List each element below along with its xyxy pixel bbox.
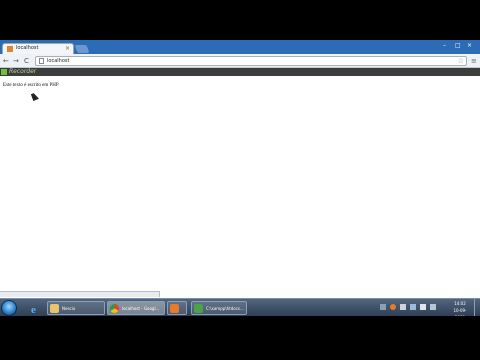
chrome-icon: [110, 304, 119, 313]
tab-strip: localhost × – □ ×: [0, 40, 480, 54]
address-url[interactable]: localhost: [47, 58, 69, 65]
minimize-button[interactable]: –: [443, 42, 446, 49]
taskbar-item-editor[interactable]: C:\xampp\htdocs...: [191, 301, 247, 315]
taskbar-item-label: C:\xampp\htdocs...: [206, 306, 244, 311]
status-bubble: [0, 291, 160, 297]
tray-up-arrow-icon[interactable]: [380, 304, 386, 310]
mouse-cursor-icon: [30, 92, 40, 101]
tab-title: localhost: [16, 45, 39, 51]
page-icon: [39, 58, 44, 64]
back-button[interactable]: ←: [3, 57, 9, 65]
page-favicon-icon: [7, 46, 13, 52]
bookmark-star-icon[interactable]: ☆: [458, 57, 464, 65]
desktop-screen: localhost × – □ × ← → C localhost ☆ ≡ Re…: [0, 40, 480, 316]
start-button[interactable]: [1, 300, 17, 316]
clock-time: 14:02: [454, 301, 466, 306]
system-clock[interactable]: 14:02 10-09-2013: [449, 300, 471, 316]
taskbar-item-folder[interactable]: Nescio: [47, 301, 105, 315]
folder-icon: [50, 304, 59, 313]
internet-explorer-icon[interactable]: e: [27, 301, 43, 316]
page-text: Este texto é escrito em PHP: [3, 83, 59, 88]
menu-icon[interactable]: ≡: [471, 57, 477, 65]
maximize-button[interactable]: □: [455, 42, 461, 49]
browser-toolbar: ← → C localhost ☆ ≡: [0, 54, 480, 68]
forward-button[interactable]: →: [13, 57, 19, 65]
tray-app-icon[interactable]: [390, 304, 396, 310]
clock-date: 10-09-2013: [453, 308, 467, 316]
svg-text:e: e: [31, 304, 36, 316]
tray-volume-icon[interactable]: [430, 304, 436, 310]
page-content: Este texto é escrito em PHP: [0, 76, 480, 296]
taskbar-item-media[interactable]: [167, 301, 187, 315]
tab-close-icon[interactable]: ×: [65, 45, 70, 52]
extension-bar: Recorder: [0, 68, 480, 76]
taskbar: e Nescio localhost - Googl... C:\xampp\h…: [0, 298, 480, 316]
show-desktop-button[interactable]: [474, 299, 480, 316]
tab-localhost[interactable]: localhost ×: [2, 43, 74, 54]
recorder-label: Recorder: [9, 68, 37, 75]
new-tab-button[interactable]: [74, 45, 90, 53]
tray-battery-icon[interactable]: [410, 304, 416, 310]
taskbar-item-label: Nescio: [62, 306, 76, 311]
media-player-icon: [170, 304, 179, 313]
editor-icon: [194, 304, 203, 313]
taskbar-item-chrome[interactable]: localhost - Googl...: [107, 301, 165, 315]
tray-flag-icon[interactable]: [420, 304, 426, 310]
tray-network-icon[interactable]: [400, 304, 406, 310]
taskbar-item-label: localhost - Googl...: [122, 306, 160, 311]
recorder-logo[interactable]: Recorder: [1, 68, 49, 76]
recorder-icon: [1, 69, 7, 75]
address-bar[interactable]: localhost ☆: [35, 56, 467, 66]
reload-button[interactable]: C: [24, 57, 29, 65]
close-window-button[interactable]: ×: [467, 42, 472, 49]
